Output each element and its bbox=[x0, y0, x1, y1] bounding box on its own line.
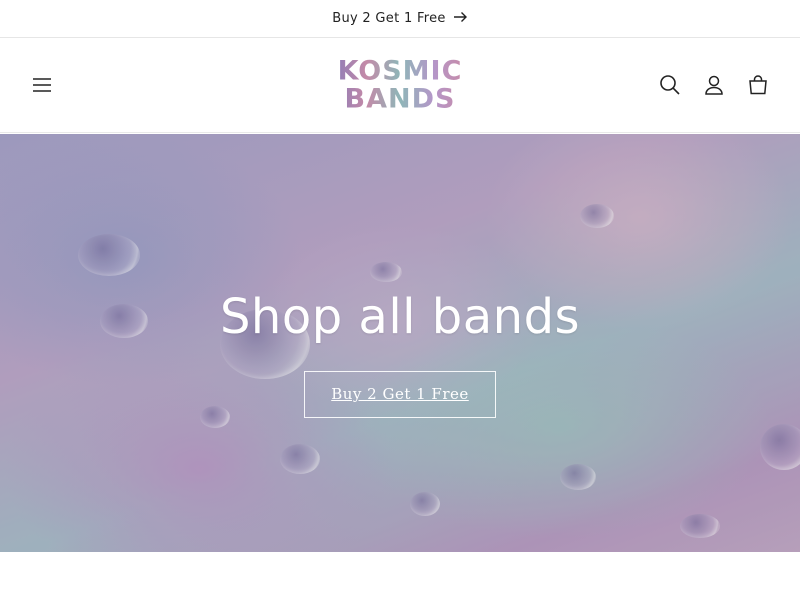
hero-banner: Shop all bands Buy 2 Get 1 Free bbox=[0, 134, 800, 552]
arrow-right-icon bbox=[453, 11, 468, 27]
announcement-text: Buy 2 Get 1 Free bbox=[332, 11, 446, 26]
hero-cta-button[interactable]: Buy 2 Get 1 Free bbox=[304, 370, 496, 418]
menu-icon[interactable] bbox=[30, 73, 54, 97]
account-icon[interactable] bbox=[702, 73, 726, 97]
logo-line-1: KOSMIC bbox=[332, 58, 468, 85]
announcement-link[interactable]: Buy 2 Get 1 Free bbox=[332, 11, 467, 27]
logo-line-2: BANDS bbox=[332, 86, 468, 113]
hero-content: Shop all bands Buy 2 Get 1 Free bbox=[0, 134, 800, 552]
site-logo[interactable]: KOSMIC BANDS bbox=[332, 58, 468, 113]
search-icon[interactable] bbox=[658, 73, 682, 97]
hero-title: Shop all bands bbox=[219, 288, 581, 345]
header-actions bbox=[658, 73, 770, 97]
site-header: KOSMIC BANDS bbox=[0, 38, 800, 133]
cart-icon[interactable] bbox=[746, 73, 770, 97]
announcement-bar: Buy 2 Get 1 Free bbox=[0, 0, 800, 38]
